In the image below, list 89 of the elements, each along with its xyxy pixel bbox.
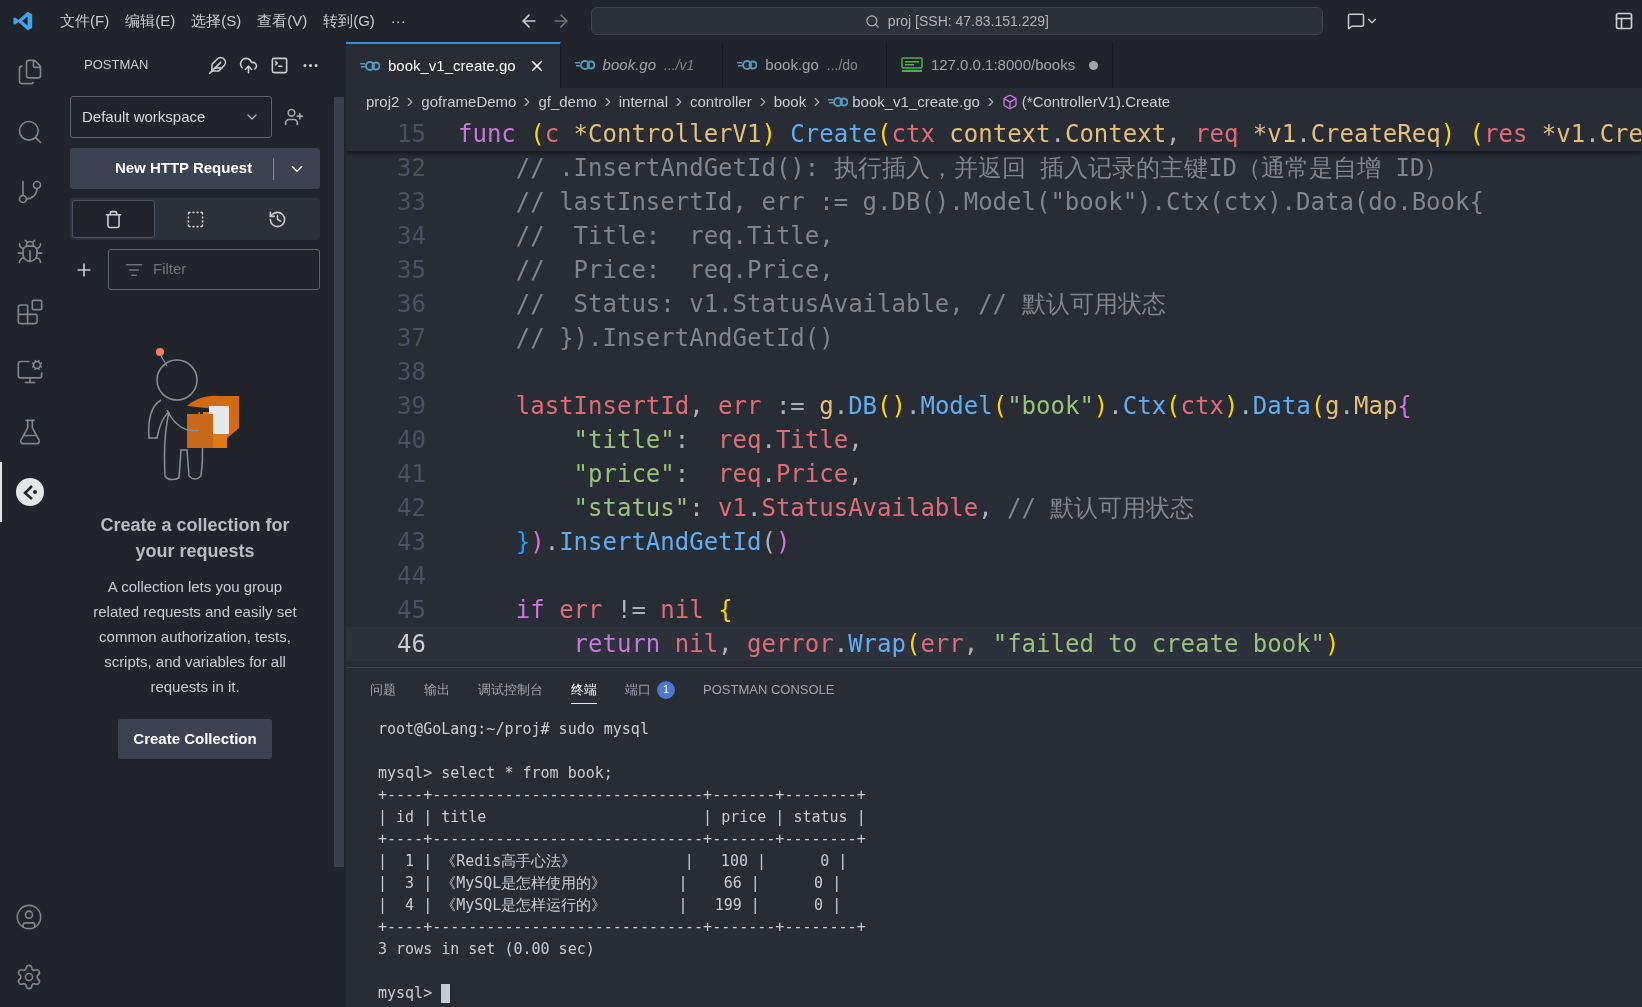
breadcrumb-item[interactable]: proj2 — [366, 90, 400, 114]
filter-input[interactable]: Filter — [153, 258, 273, 281]
count-badge: 1 — [657, 680, 675, 699]
terminal-line: root@GoLang:~/proj# sudo mysql — [378, 718, 649, 740]
go-file-icon — [737, 59, 758, 71]
app-logo-icon[interactable] — [12, 10, 34, 32]
new-request-button[interactable]: New HTTP Request — [70, 148, 320, 189]
go-file-icon — [574, 59, 595, 71]
breadcrumb-item[interactable]: book — [773, 90, 807, 114]
panel-tab[interactable]: POSTMAN CONSOLE — [703, 676, 835, 704]
terminal-line: mysql> — [378, 982, 434, 1004]
code-line: // }).InsertAndGetId() — [514, 323, 834, 354]
terminal-line: | id | title | price | status | — [378, 806, 866, 828]
breadcrumb-item[interactable]: goframeDemo — [421, 90, 517, 114]
account-icon[interactable] — [15, 903, 43, 931]
code-line: // Title: req.Title, — [514, 221, 834, 252]
sidebar-title: POSTMAN — [84, 56, 149, 75]
menu-item[interactable]: 转到(G) — [315, 9, 383, 33]
go-file-icon — [360, 60, 380, 72]
code-line: lastInsertId, err := g.DB().Model("book").Ctx(ctx).Data(g.Map{ — [514, 391, 1412, 422]
code-line: // Status: v1.StatusAvailable, // 默认可用状态 — [514, 289, 1166, 320]
terminal-line: | 1 | 《Redis高手心法》 | 100 | 0 | — [378, 850, 848, 872]
layout-icon[interactable] — [1614, 11, 1634, 31]
empty-state-heading: Create a collection for your requests — [99, 514, 291, 563]
terminal-line: +----+------------------------------+-------+--------+ — [378, 828, 866, 850]
code-line: }).InsertAndGetId() — [514, 527, 791, 558]
code-line: "price": req.Price, — [572, 459, 863, 490]
collections-icon — [104, 209, 124, 229]
terminal-icon[interactable] — [270, 55, 289, 75]
panel-tab[interactable]: 调试控制台 — [478, 676, 543, 704]
editor-tab[interactable]: book.go .../v1 — [560, 42, 724, 88]
code-line: "status": v1.StatusAvailable, // 默认可用状态 — [572, 493, 1195, 524]
panel-tab[interactable]: 输出 — [424, 676, 450, 704]
search-icon[interactable] — [16, 118, 44, 146]
panel-tab[interactable]: 终端 — [571, 676, 597, 704]
code-line: func (c *ControllerV1) Create(ctx context.Context, req *v1.CreateReq) (res *v1.Cre — [458, 118, 1642, 150]
code-line: // .InsertAndGetId(): 执行插入，并返回 插入记录的主键ID（通常是自增 ID） — [514, 153, 1449, 184]
menu-item[interactable]: ··· — [382, 9, 414, 33]
scrollbar-thumb[interactable] — [334, 97, 344, 867]
code-line: "title": req.Title, — [572, 425, 863, 456]
terminal-line: | 4 | 《MySQL是怎样运行的》 | 199 | 0 | — [378, 894, 842, 916]
files-icon[interactable] — [16, 58, 44, 86]
code-line: // lastInsertId, err := g.DB().Model("book").Ctx(ctx).Data(do.Book{ — [514, 187, 1484, 218]
cloud-upload-icon[interactable] — [239, 55, 258, 75]
extensions-icon[interactable] — [16, 298, 44, 326]
terminal-line: mysql> select * from book; — [378, 762, 613, 784]
menu-item[interactable]: 查看(V) — [249, 9, 316, 33]
source-control-icon[interactable] — [16, 178, 44, 206]
add-user-icon[interactable] — [284, 107, 304, 127]
terminal-line: +----+------------------------------+-------+--------+ — [378, 784, 866, 806]
go-file-icon — [828, 96, 849, 108]
chat-icon[interactable] — [1346, 12, 1365, 30]
terminal-line: +----+------------------------------+-------+--------+ — [378, 916, 866, 938]
code-line: return nil, gerror.Wrap(err, "failed to create book") — [572, 629, 1340, 660]
search-text: proj [SSH: 47.83.151.229] — [887, 11, 1049, 31]
remote-monitor-icon[interactable] — [16, 358, 44, 386]
breadcrumb-item[interactable]: gf_demo — [538, 90, 597, 114]
empty-state-text: A collection lets you group related requests and easily set common authorization, tests, scripts, and variables for all requests in it. — [92, 577, 298, 697]
editor-tab[interactable]: 127.0.0.1:8000/books — [886, 42, 1114, 88]
menu-item[interactable]: 选择(S) — [183, 9, 250, 33]
postman-icon[interactable] — [15, 477, 45, 507]
workspace-dropdown[interactable]: Default workspace — [70, 96, 272, 138]
method-icon — [1001, 94, 1018, 110]
breadcrumb-item[interactable]: controller — [690, 90, 752, 114]
bug-icon[interactable] — [16, 238, 44, 266]
terminal-line: | 3 | 《MySQL是怎样使用的》 | 66 | 0 | — [378, 872, 842, 894]
code-line: if err != nil { — [514, 595, 733, 626]
menu-item[interactable]: 文件(F) — [52, 9, 118, 33]
breadcrumb-item[interactable]: internal — [618, 90, 668, 114]
breadcrumb-item[interactable]: book_v1_create.go — [852, 90, 980, 114]
http-file-icon — [900, 57, 923, 73]
terminal-line: 3 rows in set (0.00 sec) — [378, 938, 595, 960]
breadcrumb-item[interactable]: (*ControllerV1).Create — [1021, 90, 1171, 114]
view-tab[interactable] — [72, 200, 156, 238]
panel-tab[interactable]: 端口 1 — [625, 676, 675, 704]
settings-icon[interactable] — [15, 963, 43, 991]
create-collection-button[interactable]: Create Collection — [118, 719, 272, 759]
history-icon — [267, 209, 287, 229]
menu-item[interactable]: 编辑(E) — [117, 9, 184, 33]
command-center-search[interactable]: proj [SSH: 47.83.151.229] — [590, 7, 1323, 35]
editor-tab[interactable]: book_v1_create.go — [346, 42, 561, 88]
feather-icon[interactable] — [208, 55, 227, 75]
environments-icon — [186, 209, 206, 229]
panel-tab[interactable]: 问题 — [370, 676, 396, 704]
search-icon — [864, 13, 880, 29]
line-number: 46 — [396, 629, 426, 660]
filter-field[interactable]: Filter — [108, 249, 320, 290]
editor-tab[interactable]: book.go .../do — [723, 42, 887, 88]
code-line: // Price: req.Price, — [514, 255, 834, 286]
